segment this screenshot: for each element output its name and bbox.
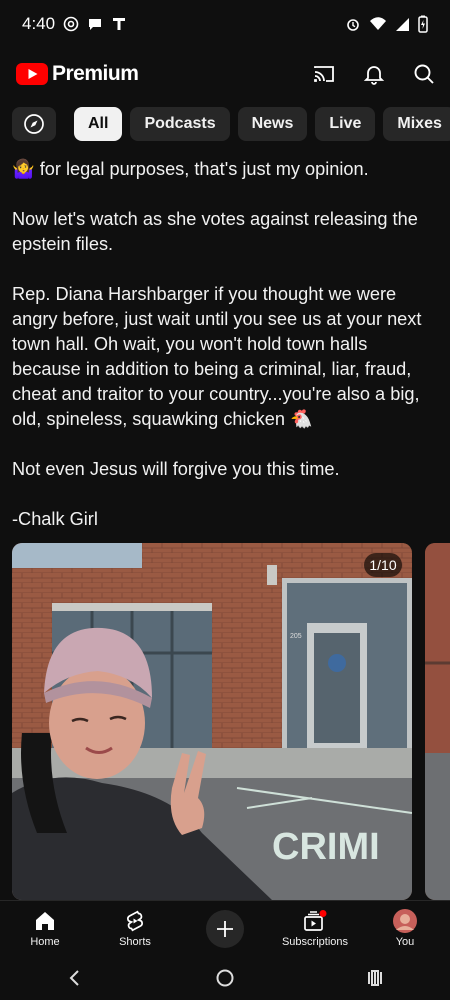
- community-post-text: 🤷‍♀️ for legal purposes, that's just my …: [12, 157, 438, 532]
- post-paragraph: 🤷‍♀️ for legal purposes, that's just my …: [12, 159, 369, 179]
- selfie-photo: 205 CRIMI: [12, 543, 412, 900]
- signal-icon: [396, 18, 409, 31]
- chip-news[interactable]: News: [237, 107, 308, 141]
- back-icon[interactable]: [65, 968, 85, 988]
- nav-you-label: You: [395, 936, 415, 948]
- bottom-navigation: Home Shorts Subscriptions You: [0, 900, 450, 956]
- post-paragraph: Rep. Diana Harshbarger if you thought we…: [12, 284, 422, 429]
- brand-label: Premium: [52, 62, 139, 85]
- top-app-bar: Premium: [0, 50, 450, 98]
- filter-chips: All Podcasts News Live Mixes: [12, 107, 450, 141]
- nav-you[interactable]: You: [360, 909, 450, 948]
- door-number: 205: [290, 633, 302, 640]
- chat-bubble-icon: [89, 19, 102, 30]
- chip-all[interactable]: All: [74, 107, 123, 141]
- subscriptions-icon: [304, 910, 327, 931]
- post-paragraph: Now let's watch as she votes against rel…: [12, 209, 418, 254]
- post-signature: -Chalk Girl: [12, 509, 98, 529]
- nav-subscriptions[interactable]: Subscriptions: [270, 909, 360, 948]
- chip-mixes[interactable]: Mixes: [383, 107, 450, 141]
- nav-shorts-label: Shorts: [119, 936, 151, 948]
- alarm-icon: [347, 19, 359, 31]
- explore-button[interactable]: [12, 107, 56, 141]
- post-image[interactable]: 205 CRIMI 1/10: [12, 543, 412, 900]
- create-button[interactable]: [206, 909, 244, 948]
- nav-shorts[interactable]: Shorts: [90, 909, 180, 948]
- wifi-icon: [370, 17, 386, 30]
- home-icon: [36, 912, 54, 930]
- chip-live[interactable]: Live: [315, 107, 376, 141]
- battery-icon: [418, 15, 428, 33]
- threads-icon: [63, 16, 79, 32]
- post-paragraph: Not even Jesus will forgive you this tim…: [12, 459, 340, 479]
- youtube-premium-logo[interactable]: Premium: [16, 62, 139, 86]
- carousel-counter: 1/10: [364, 553, 402, 577]
- post-image-carousel[interactable]: 205 CRIMI 1/10: [12, 543, 450, 900]
- system-navigation: [0, 955, 450, 1000]
- avatar: [393, 909, 417, 933]
- chip-podcasts[interactable]: Podcasts: [130, 107, 230, 141]
- compass-icon: [24, 114, 44, 134]
- tmobile-icon: [113, 18, 126, 30]
- nav-home-label: Home: [30, 936, 60, 948]
- recents-icon[interactable]: [365, 968, 385, 988]
- nav-home[interactable]: Home: [0, 909, 90, 948]
- status-time: 4:40: [22, 14, 56, 33]
- bell-icon[interactable]: [362, 62, 386, 86]
- status-bar: 4:40: [0, 0, 450, 48]
- shorts-icon: [127, 910, 143, 932]
- nav-subscriptions-label: Subscriptions: [281, 936, 349, 948]
- youtube-logo-icon: [16, 63, 48, 85]
- search-icon[interactable]: [412, 62, 436, 86]
- cast-icon[interactable]: [312, 62, 336, 86]
- plus-icon: [217, 920, 233, 937]
- chalk-text: CRIMI: [272, 826, 380, 868]
- nav-create[interactable]: [180, 909, 270, 948]
- home-circle-icon[interactable]: [215, 968, 235, 988]
- next-post-image[interactable]: [425, 543, 450, 900]
